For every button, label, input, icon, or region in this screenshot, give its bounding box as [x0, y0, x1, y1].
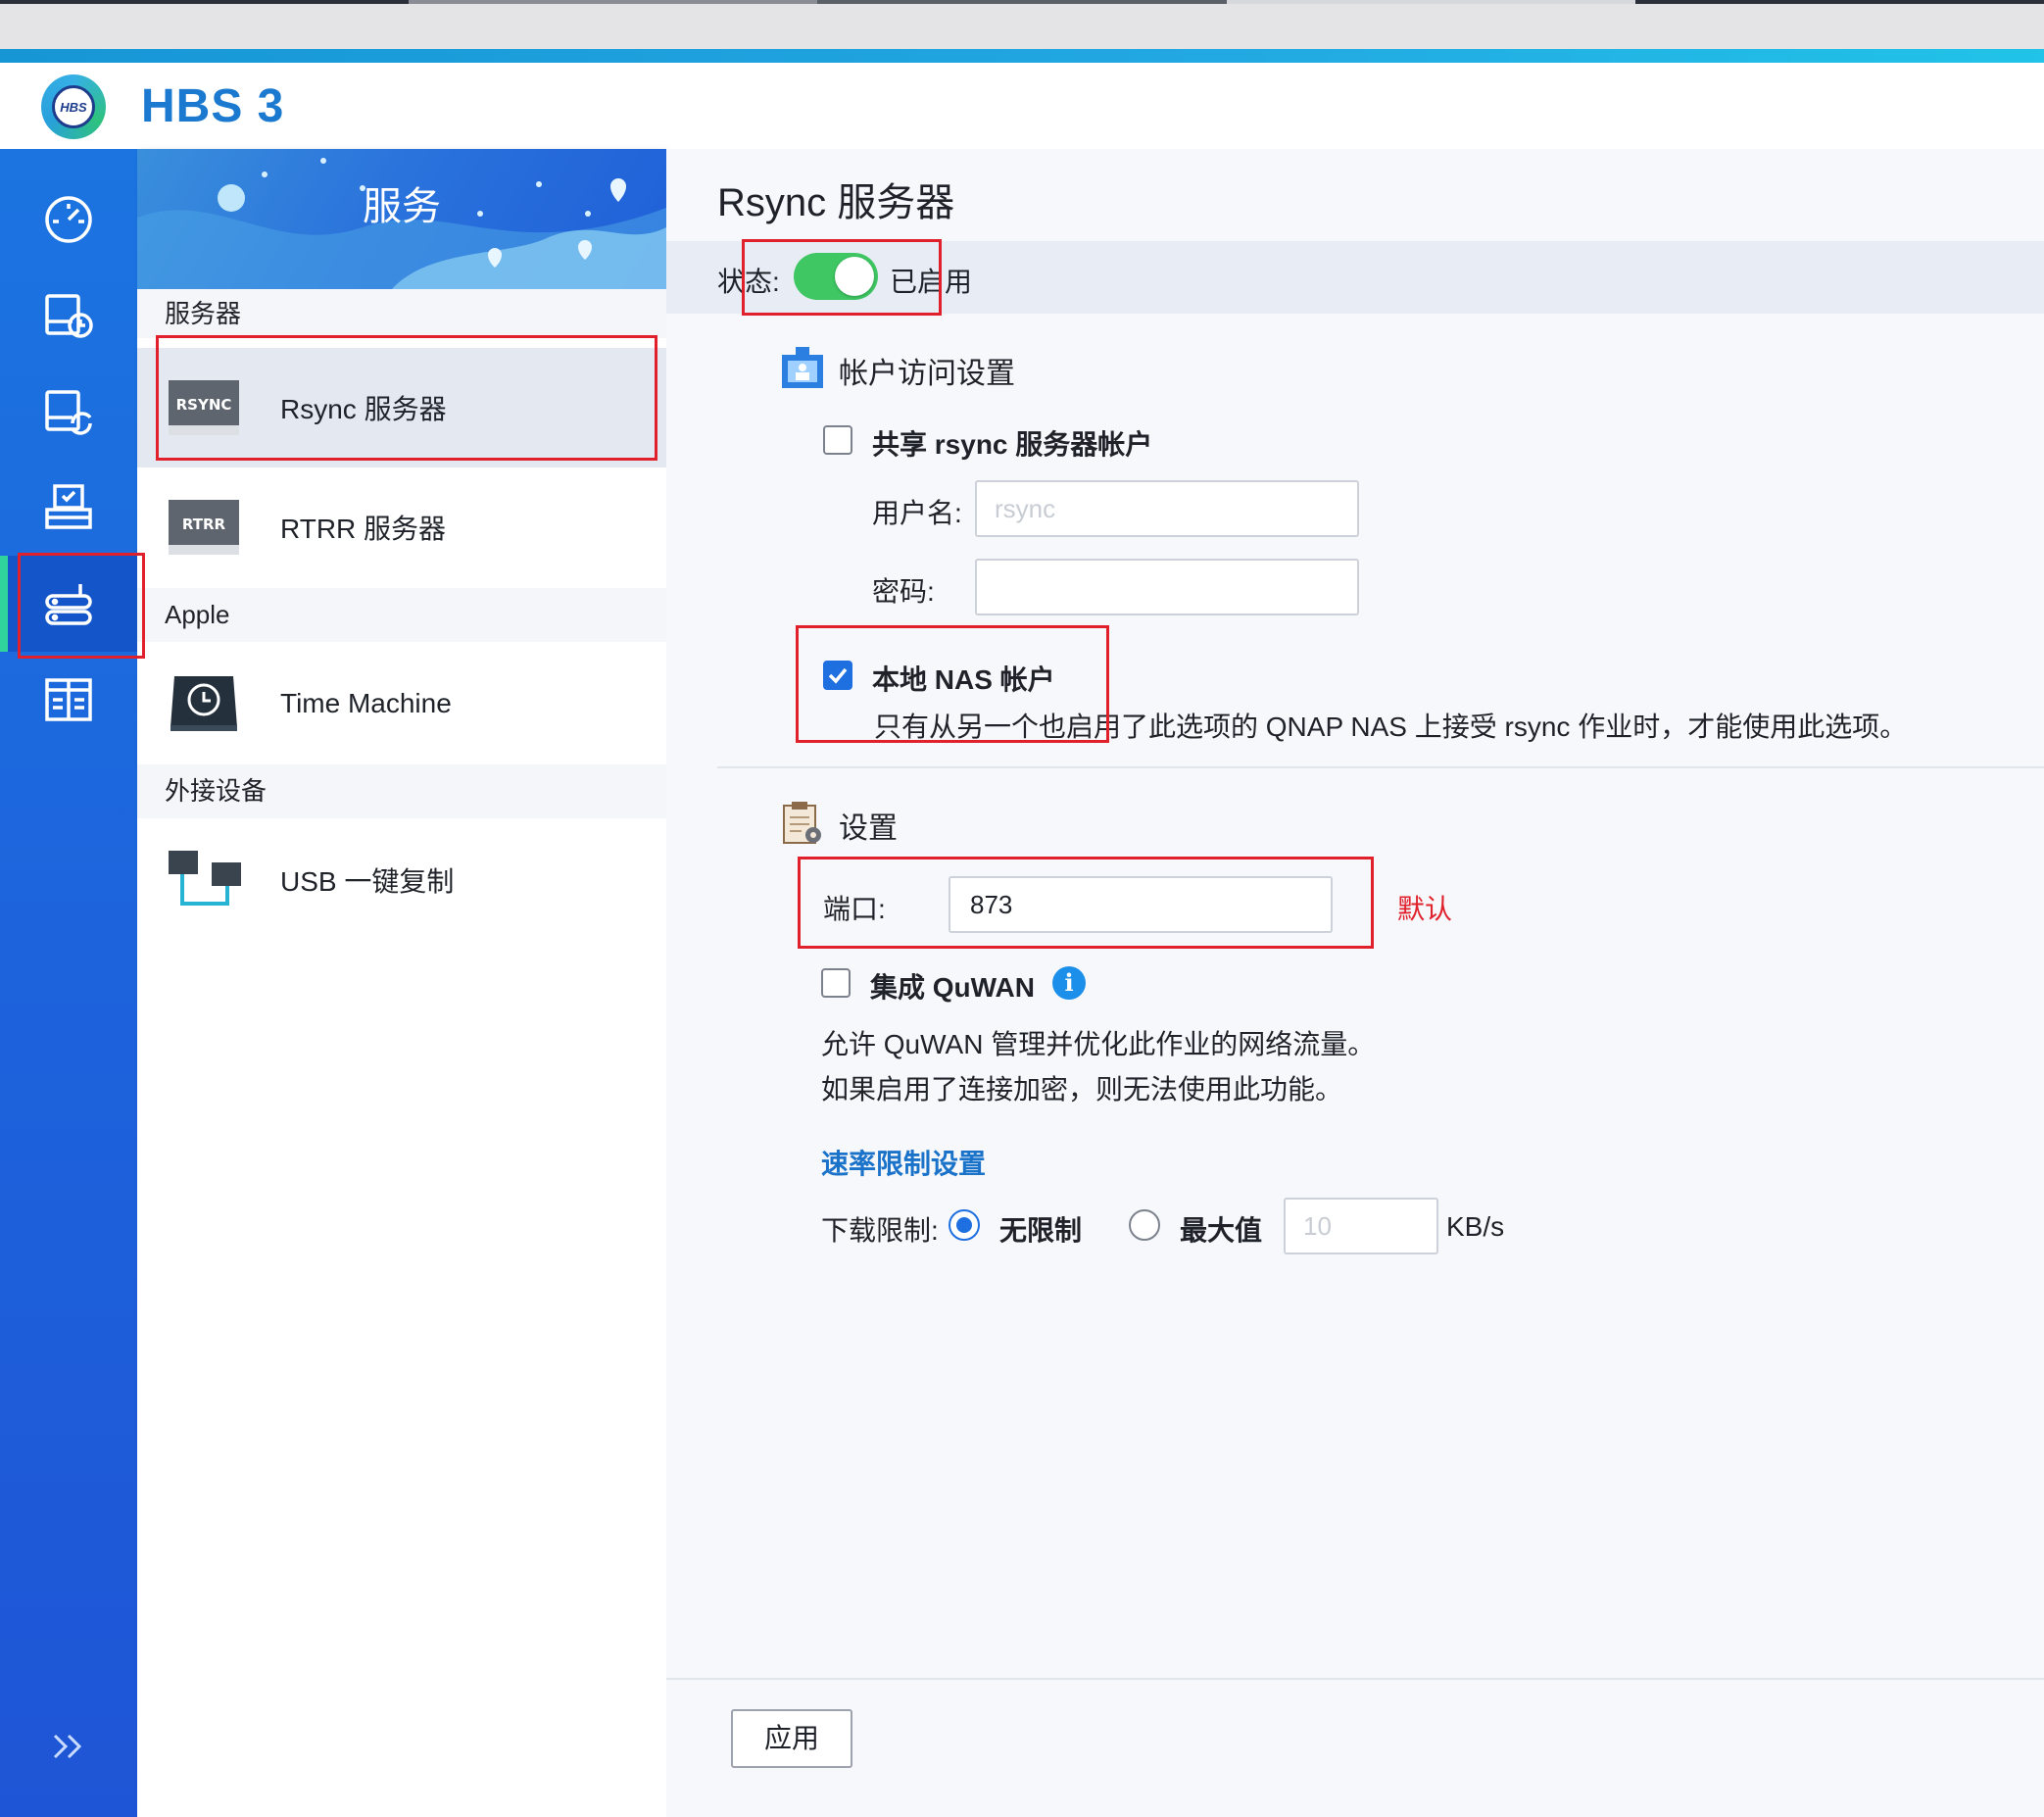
services-banner: 服务 [137, 149, 666, 289]
download-limit-label: 下载限制: [821, 1215, 939, 1246]
section-label-apple: Apple [137, 588, 666, 642]
page-title: Rsync 服务器 [717, 181, 955, 224]
account-section-title: 帐户访问设置 [839, 358, 1015, 390]
max-value-input[interactable]: 10 [1284, 1198, 1438, 1254]
max-value-label: 最大值 [1180, 1215, 1263, 1246]
annotation-box-port [798, 857, 1374, 949]
active-marker [0, 556, 8, 652]
annotation-box-services-rail [18, 553, 145, 659]
quwan-checkbox[interactable] [821, 968, 851, 998]
service-item-usb-copy[interactable]: USB 一键复制 [137, 820, 666, 940]
main-content: Rsync 服务器 状态: 已启用 帐户访问设置 共享 rsync 服务器帐户 … [666, 149, 2044, 1817]
rtrr-server-icon: RTRR [169, 500, 239, 555]
unlimited-label: 无限制 [999, 1215, 1083, 1246]
account-settings-icon [782, 347, 823, 388]
rail-sync[interactable] [0, 364, 137, 460]
restore-icon [45, 484, 92, 529]
storage-icon [45, 678, 92, 721]
share-rsync-account-checkbox[interactable] [823, 425, 852, 455]
unlimited-radio[interactable] [949, 1209, 980, 1241]
annotation-box-local-nas [796, 625, 1109, 743]
service-label: RTRR 服务器 [280, 514, 447, 544]
time-machine-icon [170, 676, 237, 731]
rail-storage[interactable] [0, 652, 137, 748]
password-input[interactable] [975, 559, 1359, 615]
annotation-box-status-toggle [742, 239, 942, 316]
max-value-radio[interactable] [1129, 1209, 1160, 1241]
sync-icon [45, 390, 92, 435]
accent-bar [0, 49, 2044, 63]
expand-rail-button[interactable] [0, 1717, 137, 1776]
chevron-double-right-icon [53, 1734, 82, 1759]
usb-copy-icon [169, 851, 241, 906]
banner-title: 服务 [363, 185, 441, 228]
rail-backup[interactable] [0, 268, 137, 364]
annotation-box-rsync-item [156, 335, 657, 461]
browser-toolbar-gap [0, 4, 2044, 49]
quwan-label: 集成 QuWAN [870, 972, 1035, 1003]
settings-section-title: 设置 [839, 812, 898, 845]
app-title: HBS 3 [141, 80, 285, 132]
username-input[interactable]: rsync [975, 480, 1359, 537]
annotation-default-note: 默认 [1397, 894, 1453, 924]
service-item-rtrr[interactable]: RTRR RTRR 服务器 [137, 467, 666, 587]
rtrr-icon-text: RTRR [182, 516, 226, 533]
quwan-description-1: 允许 QuWAN 管理并优化此作业的网络流量。 [821, 1029, 1376, 1059]
share-rsync-account-label: 共享 rsync 服务器帐户 [872, 429, 1153, 460]
rate-unit-label: KB/s [1446, 1211, 1505, 1242]
dashboard-icon [45, 196, 92, 243]
apply-button[interactable]: 应用 [731, 1709, 852, 1768]
password-label: 密码: [872, 576, 935, 607]
username-label: 用户名: [872, 498, 962, 528]
service-label: Time Machine [280, 688, 452, 718]
section-label-external: 外接设备 [137, 764, 666, 818]
logo-text: HBS [52, 85, 95, 128]
hbs-logo-icon: HBS [41, 74, 106, 139]
info-icon[interactable]: i [1052, 966, 1086, 1000]
app-header: HBS HBS 3 [0, 63, 2044, 149]
service-item-time-machine[interactable]: Time Machine [137, 644, 666, 763]
settings-clipboard-icon [783, 802, 821, 844]
nav-rail [0, 149, 137, 1817]
section-label-servers: 服务器 [137, 289, 666, 338]
quwan-description-2: 如果启用了连接加密，则无法使用此功能。 [821, 1074, 1343, 1105]
rate-limit-settings-link[interactable]: 速率限制设置 [821, 1143, 986, 1182]
rail-restore[interactable] [0, 460, 137, 556]
backup-icon [45, 294, 93, 338]
section-divider [717, 766, 2044, 768]
rail-dashboard[interactable] [0, 172, 137, 268]
service-label: USB 一键复制 [280, 866, 455, 897]
footer-bar: 应用 [666, 1678, 2044, 1817]
